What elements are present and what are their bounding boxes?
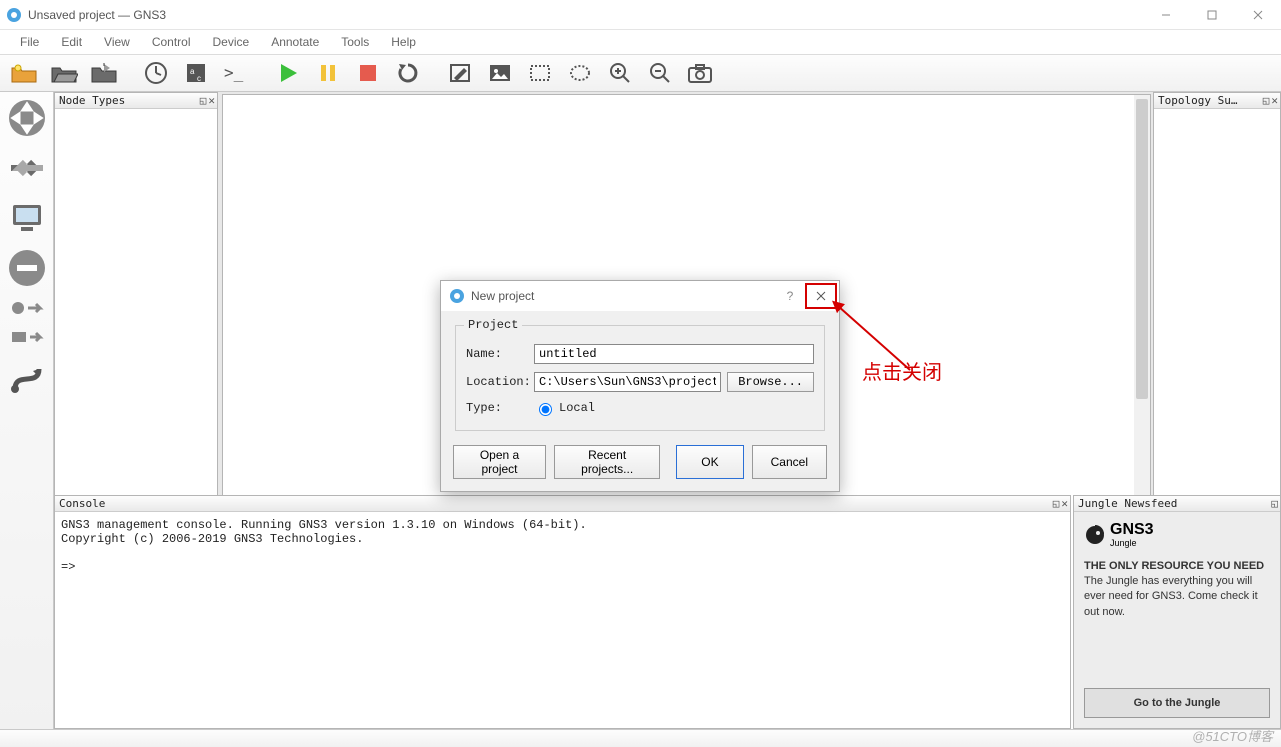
console-icon[interactable]: >_	[218, 57, 254, 89]
show-names-icon[interactable]: ac	[178, 57, 214, 89]
type-local-radio[interactable]: Local	[534, 400, 596, 416]
ok-button[interactable]: OK	[676, 445, 743, 479]
menu-device[interactable]: Device	[203, 33, 260, 51]
go-to-jungle-button[interactable]: Go to the Jungle	[1084, 688, 1270, 718]
menu-annotate[interactable]: Annotate	[261, 33, 329, 51]
panel-close-icon[interactable]: ✕	[1061, 497, 1068, 510]
play-icon[interactable]	[270, 57, 306, 89]
newsfeed-panel: Jungle Newsfeed ◱ GNS3Jungle THE ONLY RE…	[1073, 495, 1281, 729]
dialog-close-button[interactable]	[805, 283, 837, 309]
console-title: Console	[59, 497, 105, 510]
menu-view[interactable]: View	[94, 33, 140, 51]
panel-float-icon[interactable]: ◱	[1263, 94, 1270, 107]
dialog-app-icon	[449, 288, 465, 304]
console-panel: Console ◱ ✕ GNS3 management console. Run…	[54, 495, 1071, 729]
security-category-icon[interactable]	[5, 246, 49, 290]
zoom-out-icon[interactable]	[642, 57, 678, 89]
reload-icon[interactable]	[390, 57, 426, 89]
panel-close-icon[interactable]: ✕	[1271, 94, 1278, 107]
svg-text:>_: >_	[224, 64, 244, 82]
maximize-button[interactable]	[1189, 0, 1235, 30]
device-dock	[0, 92, 54, 729]
pause-icon[interactable]	[310, 57, 346, 89]
enddevice-category-icon[interactable]	[5, 196, 49, 240]
link-icon[interactable]	[5, 356, 49, 400]
browse-button[interactable]: Browse...	[727, 372, 814, 392]
jungle-logo: GNS3Jungle	[1084, 522, 1270, 548]
screenshot-icon[interactable]	[682, 57, 718, 89]
new-project-icon[interactable]	[6, 57, 42, 89]
dialog-help-icon[interactable]: ?	[775, 289, 805, 303]
panel-float-icon[interactable]: ◱	[1053, 497, 1060, 510]
toolbar: ac >_	[0, 54, 1281, 92]
new-project-dialog: New project ? Project Name: Location: Br…	[440, 280, 840, 492]
stop-icon[interactable]	[350, 57, 386, 89]
dialog-title: New project	[471, 289, 534, 303]
project-groupbox: Project Name: Location: Browse... Type: …	[455, 325, 825, 431]
minimize-button[interactable]	[1143, 0, 1189, 30]
open-project-button[interactable]: Open a project	[453, 445, 546, 479]
all-devices-icon[interactable]	[5, 296, 49, 320]
type-label: Type:	[466, 401, 528, 415]
menu-file[interactable]: File	[10, 33, 49, 51]
title-bar: Unsaved project — GNS3	[0, 0, 1281, 30]
project-location-input[interactable]	[534, 372, 721, 392]
app-icon	[0, 7, 28, 23]
newsfeed-body: The Jungle has everything you will ever …	[1084, 574, 1270, 620]
menu-control[interactable]: Control	[142, 33, 201, 51]
name-label: Name:	[466, 347, 528, 361]
status-bar	[0, 729, 1281, 747]
save-project-icon[interactable]	[86, 57, 122, 89]
annotation-text: 点击关闭	[862, 356, 942, 385]
panel-close-icon[interactable]: ✕	[208, 94, 215, 107]
panel-float-icon[interactable]: ◱	[1271, 497, 1278, 510]
console-output[interactable]: GNS3 management console. Running GNS3 ve…	[55, 512, 1070, 728]
zoom-in-icon[interactable]	[602, 57, 638, 89]
menu-bar: File Edit View Control Device Annotate T…	[0, 30, 1281, 54]
image-icon[interactable]	[482, 57, 518, 89]
topology-summary-title: Topology Su…	[1158, 94, 1237, 107]
note-icon[interactable]	[442, 57, 478, 89]
location-label: Location:	[466, 375, 528, 389]
newsfeed-title: Jungle Newsfeed	[1078, 497, 1177, 510]
window-close-button[interactable]	[1235, 0, 1281, 30]
rectangle-icon[interactable]	[522, 57, 558, 89]
snapshot-icon[interactable]	[138, 57, 174, 89]
window-title: Unsaved project — GNS3	[28, 8, 1143, 22]
ellipse-icon[interactable]	[562, 57, 598, 89]
router-category-icon[interactable]	[5, 96, 49, 140]
menu-edit[interactable]: Edit	[51, 33, 92, 51]
watermark: @51CTO博客	[1192, 726, 1273, 745]
open-project-icon[interactable]	[46, 57, 82, 89]
project-group-label: Project	[464, 318, 522, 332]
menu-tools[interactable]: Tools	[331, 33, 379, 51]
panel-float-icon[interactable]: ◱	[200, 94, 207, 107]
menu-help[interactable]: Help	[381, 33, 426, 51]
project-name-input[interactable]	[534, 344, 814, 364]
newsfeed-headline: THE ONLY RESOURCE YOU NEED	[1084, 560, 1270, 572]
switch-category-icon[interactable]	[5, 146, 49, 190]
node-types-title: Node Types	[59, 94, 125, 107]
recent-projects-button[interactable]: Recent projects...	[554, 445, 660, 479]
svg-text:a: a	[190, 67, 195, 76]
svg-text:c: c	[197, 74, 201, 83]
browse-devices-icon[interactable]	[5, 326, 49, 350]
cancel-button[interactable]: Cancel	[752, 445, 827, 479]
